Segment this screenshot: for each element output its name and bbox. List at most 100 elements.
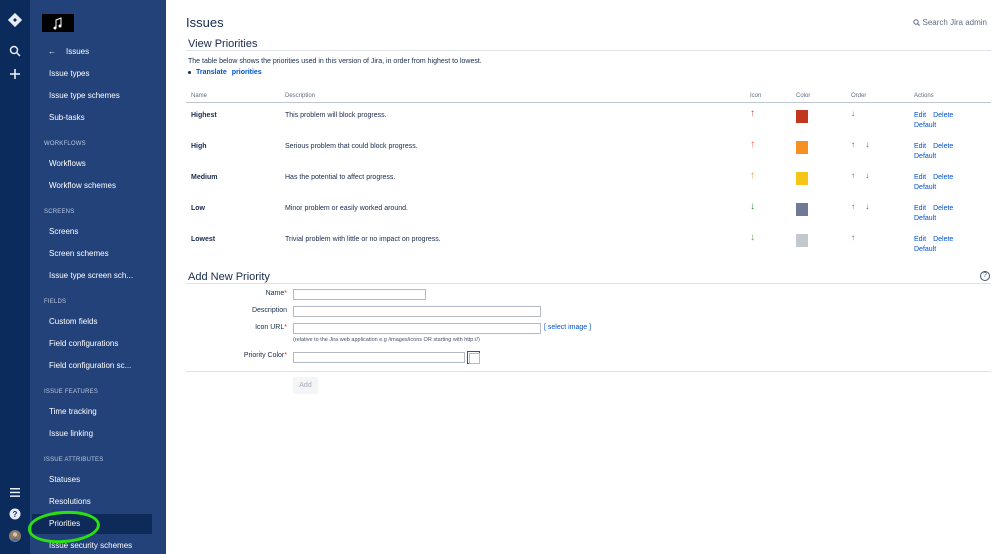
default-link[interactable]: Default <box>914 153 936 160</box>
priority-color-input[interactable] <box>293 352 465 363</box>
jira-admin-app: ? ← Issues Issue types Issue type scheme… <box>0 0 999 554</box>
priority-color-swatch <box>796 203 808 216</box>
add-priority-heading: Add New Priority <box>188 271 270 283</box>
page-title: Issues <box>186 15 224 30</box>
default-link[interactable]: Default <box>914 215 936 222</box>
sidebar-item-priorities[interactable]: Priorities <box>32 514 152 534</box>
row-actions: Edit Delete Default <box>914 235 960 255</box>
sidebar-item-issue-types[interactable]: Issue types <box>30 64 166 84</box>
select-image-link[interactable]: [ select image ] <box>544 324 591 331</box>
description-input[interactable] <box>293 306 541 317</box>
priority-arrow-up-icon: ↑ <box>750 139 755 150</box>
delete-link[interactable]: Delete <box>933 174 953 181</box>
admin-sidebar: ← Issues Issue types Issue type schemes … <box>30 0 166 554</box>
divider <box>186 50 991 51</box>
sidebar-item-issue-linking[interactable]: Issue linking <box>30 424 166 444</box>
sidebar-item-screens[interactable]: Screens <box>30 222 166 242</box>
sidebar-item-screen-schemes[interactable]: Screen schemes <box>30 244 166 264</box>
translate-item: Translate priorities <box>188 69 262 76</box>
edit-link[interactable]: Edit <box>914 205 926 212</box>
delete-link[interactable]: Delete <box>933 112 953 119</box>
table-row: Low Minor problem or easily worked aroun… <box>186 197 991 228</box>
icon-url-input[interactable] <box>293 323 541 334</box>
search-icon <box>912 19 920 26</box>
sidebar-item-issue-security-schemes[interactable]: Issue security schemes <box>30 536 166 554</box>
delete-link[interactable]: Delete <box>933 205 953 212</box>
sidebar-item-workflow-schemes[interactable]: Workflow schemes <box>30 176 166 196</box>
admin-search[interactable]: Search Jira admin <box>912 18 987 27</box>
section-workflows: WORKFLOWS <box>44 141 86 147</box>
priority-description: Trivial problem with little or no impact… <box>285 236 441 243</box>
sidebar-item-custom-fields[interactable]: Custom fields <box>30 312 166 332</box>
translate-link[interactable]: Translate <box>196 69 227 76</box>
table-row: Highest This problem will block progress… <box>186 104 991 135</box>
help-icon[interactable]: ? <box>0 504 30 524</box>
sidebar-item-workflows[interactable]: Workflows <box>30 154 166 174</box>
project-logo <box>42 14 74 32</box>
edit-link[interactable]: Edit <box>914 112 926 119</box>
default-link[interactable]: Default <box>914 122 936 129</box>
col-actions: Actions <box>914 93 934 99</box>
priority-arrow-up-icon: ↑ <box>750 108 755 119</box>
col-description: Description <box>285 93 316 99</box>
col-order: Order <box>851 93 867 99</box>
row-actions: Edit Delete Default <box>914 142 960 162</box>
avatar[interactable] <box>0 526 30 546</box>
priority-color-swatch <box>796 110 808 123</box>
edit-link[interactable]: Edit <box>914 143 926 150</box>
divider <box>186 283 991 284</box>
color-picker-button[interactable] <box>467 351 480 364</box>
section-issue-features: ISSUE FEATURES <box>44 389 99 395</box>
section-issue-attributes: ISSUE ATTRIBUTES <box>44 457 104 463</box>
jira-logo-icon[interactable] <box>0 10 30 30</box>
delete-link[interactable]: Delete <box>933 143 953 150</box>
name-label: Name* <box>265 290 287 297</box>
edit-link[interactable]: Edit <box>914 174 926 181</box>
order-arrows[interactable]: ↑ ↓ <box>851 140 873 149</box>
icon-url-hint: (relative to the Jira web application e.… <box>293 337 480 343</box>
row-actions: Edit Delete Default <box>914 111 960 131</box>
priority-name: Medium <box>191 174 218 181</box>
add-button[interactable]: Add <box>293 377 318 394</box>
back-label: Issues <box>66 47 90 56</box>
table-row: Lowest Trivial problem with little or no… <box>186 228 991 259</box>
description-label: Description <box>251 307 287 314</box>
priority-name: Lowest <box>191 236 216 243</box>
view-priorities-heading: View Priorities <box>188 38 258 50</box>
priority-description: Minor problem or easily worked around. <box>285 205 408 212</box>
default-link[interactable]: Default <box>914 184 936 191</box>
back-arrow-icon: ← <box>48 47 56 56</box>
priority-color-swatch <box>796 234 808 247</box>
delete-link[interactable]: Delete <box>933 236 953 243</box>
col-color: Color <box>796 93 811 99</box>
row-actions: Edit Delete Default <box>914 173 960 193</box>
sidebar-item-statuses[interactable]: Statuses <box>30 470 166 490</box>
search-icon[interactable] <box>0 41 30 61</box>
priority-arrow-up-icon: ↑ <box>750 170 755 181</box>
sidebar-item-issue-type-schemes[interactable]: Issue type schemes <box>30 86 166 106</box>
view-description: The table below shows the priorities use… <box>188 58 482 65</box>
edit-link[interactable]: Edit <box>914 236 926 243</box>
order-arrows[interactable]: ↑ ↓ <box>851 171 873 180</box>
name-input[interactable] <box>293 289 426 300</box>
order-arrows[interactable]: ↓ <box>851 109 859 118</box>
sidebar-item-field-configurations[interactable]: Field configurations <box>30 334 166 354</box>
sidebar-item-issue-type-screen-schemes[interactable]: Issue type screen sch... <box>30 266 166 286</box>
table-header-divider <box>186 102 991 103</box>
col-icon: Icon <box>750 93 762 99</box>
default-link[interactable]: Default <box>914 246 936 253</box>
priority-color-label: Priority Color* <box>243 352 287 359</box>
sidebar-item-field-configuration-schemes[interactable]: Field configuration sc... <box>30 356 166 376</box>
menu-icon[interactable] <box>0 482 30 502</box>
order-arrows[interactable]: ↑ ↓ <box>851 202 873 211</box>
plus-icon[interactable] <box>0 64 30 84</box>
help-icon[interactable]: ? <box>980 271 990 281</box>
priority-color-swatch <box>796 172 808 185</box>
sidebar-item-sub-tasks[interactable]: Sub-tasks <box>30 108 166 128</box>
back-to-issues[interactable]: ← Issues <box>48 47 89 56</box>
priority-color-swatch <box>796 141 808 154</box>
order-arrows[interactable]: ↑ <box>851 233 859 242</box>
priority-name: Highest <box>191 112 217 119</box>
sidebar-item-time-tracking[interactable]: Time tracking <box>30 402 166 422</box>
sidebar-item-resolutions[interactable]: Resolutions <box>30 492 166 512</box>
